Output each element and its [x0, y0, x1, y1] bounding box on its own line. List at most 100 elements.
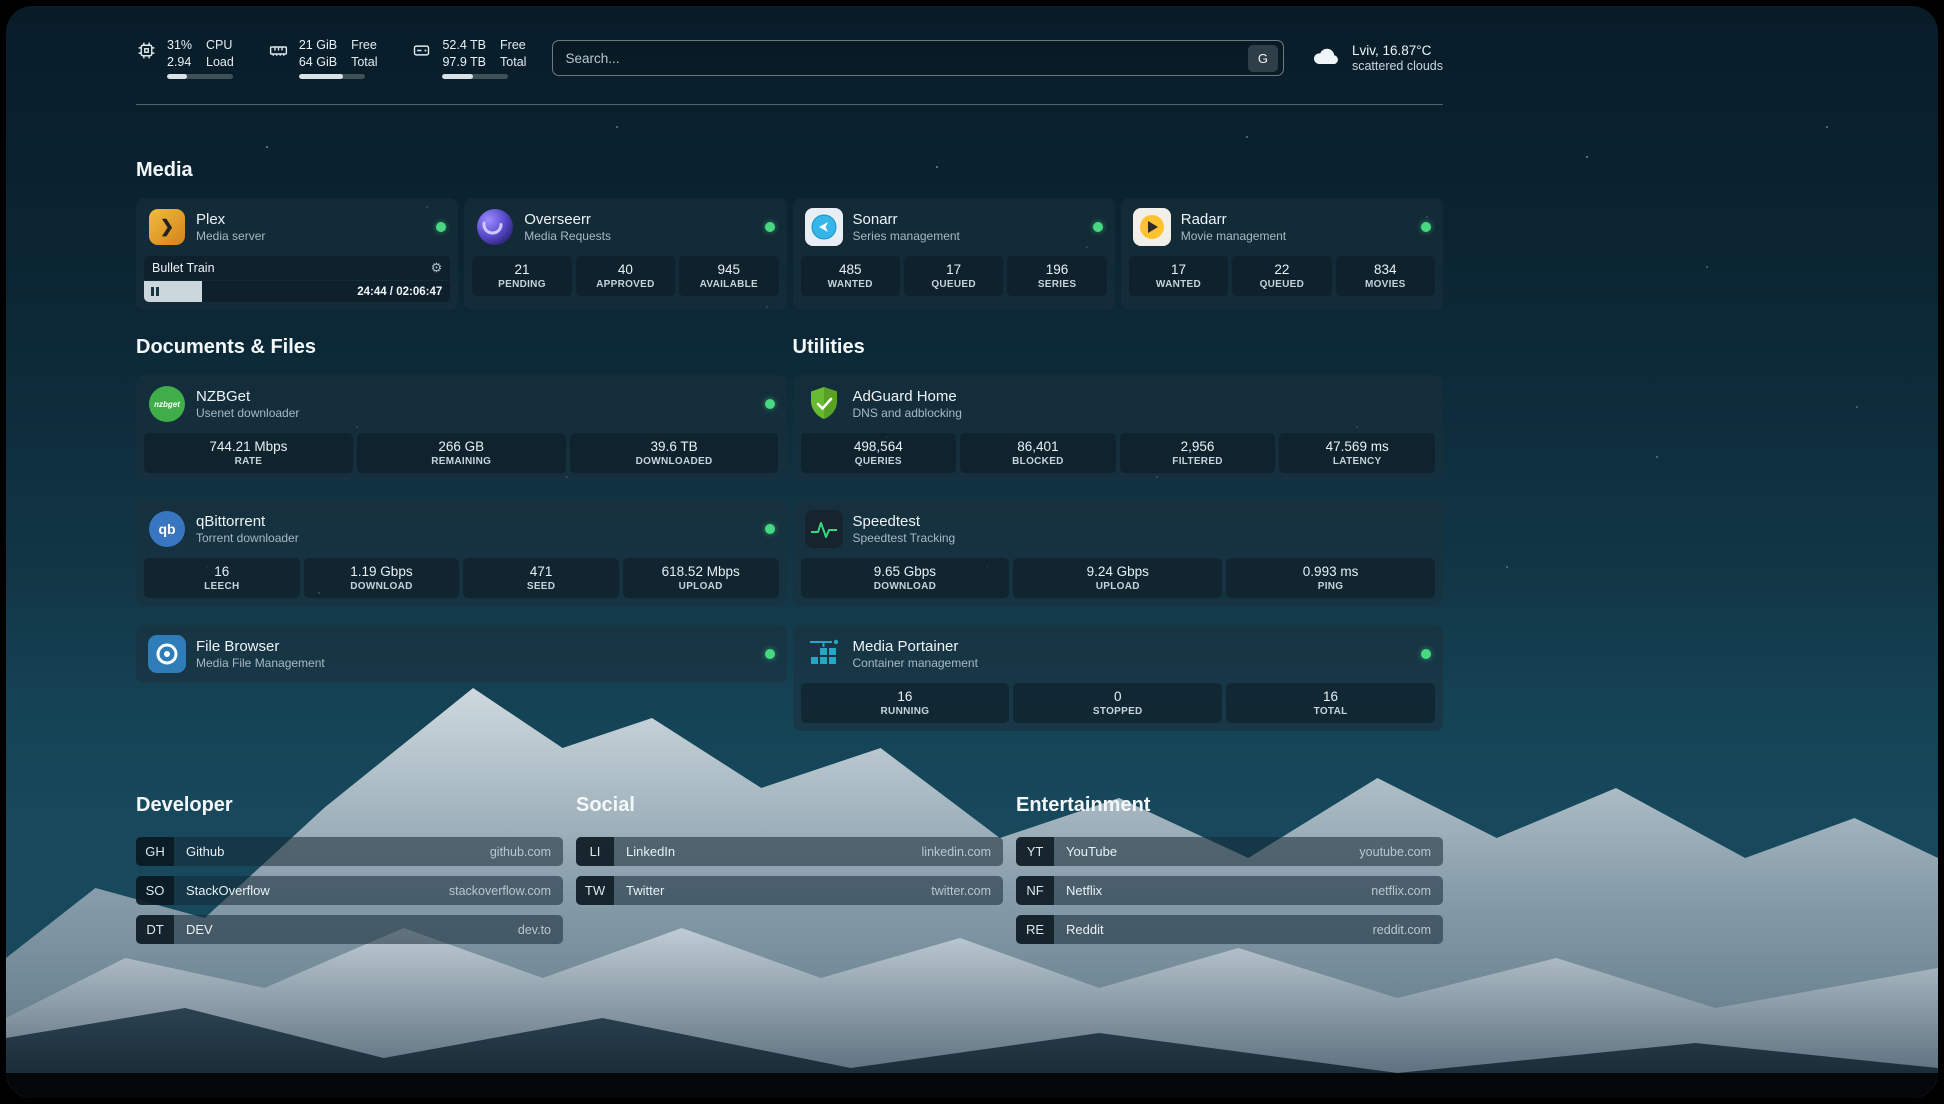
service-name: qBittorrent: [196, 513, 299, 530]
stat-value: 196: [1011, 262, 1102, 277]
stat-label: SERIES: [1011, 279, 1102, 290]
pause-icon[interactable]: [151, 287, 159, 296]
bookmark-link[interactable]: GH Github github.com: [136, 837, 563, 866]
cpu-label-2: Load: [206, 54, 234, 70]
playback-time: 24:44 / 02:06:47: [357, 286, 442, 298]
service-desc: DNS and adblocking: [853, 406, 962, 420]
ram-total: 64 GiB: [299, 54, 337, 70]
service-card-plex[interactable]: ❯ Plex Media server Bullet Train ⚙: [136, 198, 458, 310]
plex-icon: ❯: [148, 208, 186, 246]
cpu-label-1: CPU: [206, 37, 234, 53]
bookmark-link[interactable]: RE Reddit reddit.com: [1016, 915, 1443, 944]
stat-tile: 744.21 Mbps RATE: [144, 433, 353, 473]
status-dot: [436, 222, 446, 232]
stat-tile: 1.19 Gbps DOWNLOAD: [304, 558, 460, 598]
stat-value: 9.65 Gbps: [805, 564, 1006, 579]
stat-label: PENDING: [476, 279, 567, 290]
service-card-sonarr[interactable]: Sonarr Series management 485 WANTED: [793, 198, 1115, 310]
stat-tile: 834 MOVIES: [1336, 256, 1435, 296]
bookmark-abbr: SO: [136, 876, 174, 905]
stat-tile: 47.569 ms LATENCY: [1279, 433, 1435, 473]
stat-tile: 16 LEECH: [144, 558, 300, 598]
ram-progress-bar: [299, 74, 365, 79]
stat-label: LATENCY: [1283, 456, 1431, 467]
service-card-filebrowser[interactable]: File Browser Media File Management: [136, 625, 787, 683]
status-dot: [1093, 222, 1103, 232]
sonarr-icon: [805, 208, 843, 246]
resource-widgets: 31% CPU 2.94 Load 21 GiB: [136, 37, 526, 80]
ram-label-1: Free: [351, 37, 377, 53]
bookmark-domain: youtube.com: [1359, 845, 1431, 859]
service-name: Speedtest: [853, 513, 956, 530]
stats-row: 498,564 QUERIES 86,401 BLOCKED 2,956: [801, 433, 1436, 473]
status-dot: [1421, 649, 1431, 659]
bookmark-domain: stackoverflow.com: [449, 884, 551, 898]
bookmark-name: YouTube: [1066, 844, 1117, 859]
stat-label: UPLOAD: [1017, 581, 1218, 592]
bookmark-abbr: TW: [576, 876, 614, 905]
service-card-qbittorrent[interactable]: qb qBittorrent Torrent downloader 16: [136, 500, 787, 606]
search-input[interactable]: [565, 51, 1248, 66]
stat-tile: 2,956 FILTERED: [1120, 433, 1276, 473]
now-playing: Bullet Train ⚙ 24:44 / 02:06:47: [144, 256, 450, 302]
qbittorrent-icon: qb: [148, 510, 186, 548]
bookmark-domain: reddit.com: [1373, 923, 1431, 937]
bookmark-domain: linkedin.com: [922, 845, 991, 859]
bookmark-domain: netflix.com: [1371, 884, 1431, 898]
stats-row: 16 LEECH 1.19 Gbps DOWNLOAD 471 SE: [144, 558, 779, 598]
gear-icon[interactable]: ⚙: [431, 260, 443, 276]
stat-value: 39.6 TB: [574, 439, 775, 454]
bookmark-link[interactable]: LI LinkedIn linkedin.com: [576, 837, 1003, 866]
bookmark-link[interactable]: SO StackOverflow stackoverflow.com: [136, 876, 563, 905]
stat-value: 2,956: [1124, 439, 1272, 454]
stat-tile: 485 WANTED: [801, 256, 900, 296]
service-card-adguard[interactable]: AdGuard Home DNS and adblocking 498,564 …: [793, 375, 1444, 481]
stat-label: QUEUED: [1236, 279, 1327, 290]
playback-progress-bar[interactable]: 24:44 / 02:06:47: [144, 281, 450, 302]
search-provider-button[interactable]: G: [1248, 45, 1278, 72]
stat-value: 1.19 Gbps: [308, 564, 456, 579]
bookmark-link[interactable]: DT DEV dev.to: [136, 915, 563, 944]
stat-label: DOWNLOADED: [574, 456, 775, 467]
stat-value: 834: [1340, 262, 1431, 277]
service-card-nzbget[interactable]: nzbget NZBGet Usenet downloader 744.21 M…: [136, 375, 787, 481]
now-playing-title: Bullet Train: [152, 261, 215, 275]
cpu-percent: 31%: [167, 37, 192, 53]
portainer-icon: [805, 635, 843, 673]
bookmark-link[interactable]: TW Twitter twitter.com: [576, 876, 1003, 905]
disk-widget: 52.4 TB Free 97.9 TB Total: [411, 37, 526, 80]
bookmark-abbr: DT: [136, 915, 174, 944]
disk-free: 52.4 TB: [442, 37, 486, 53]
bookmark-abbr: LI: [576, 837, 614, 866]
stat-value: 16: [805, 689, 1006, 704]
disk-total: 97.9 TB: [442, 54, 486, 70]
service-name: AdGuard Home: [853, 388, 962, 405]
service-card-speedtest[interactable]: Speedtest Speedtest Tracking 9.65 Gbps D…: [793, 500, 1444, 606]
bookmark-name: Netflix: [1066, 883, 1102, 898]
stat-tile: 39.6 TB DOWNLOADED: [570, 433, 779, 473]
stat-label: WANTED: [1133, 279, 1224, 290]
service-card-overseerr[interactable]: Overseerr Media Requests 21 PENDING: [464, 198, 786, 310]
cpu-progress-bar: [167, 74, 233, 79]
stat-value: 86,401: [964, 439, 1112, 454]
bookmark-abbr: GH: [136, 837, 174, 866]
service-name: Radarr: [1181, 211, 1286, 228]
section-title-media: Media: [136, 159, 1443, 182]
bookmark-link[interactable]: NF Netflix netflix.com: [1016, 876, 1443, 905]
service-desc: Media File Management: [196, 656, 325, 670]
ram-icon: [268, 40, 289, 61]
utilities-group: Utilities AdGuard Home DNS and adblockin…: [793, 336, 1444, 750]
status-dot: [765, 524, 775, 534]
disk-label-1: Free: [500, 37, 526, 53]
bookmark-name: StackOverflow: [186, 883, 270, 898]
bookmark-name: LinkedIn: [626, 844, 675, 859]
service-card-portainer[interactable]: Media Portainer Container management 16 …: [793, 625, 1444, 731]
service-desc: Container management: [853, 656, 978, 670]
stats-row: 744.21 Mbps RATE 266 GB REMAINING 39.6 T…: [144, 433, 779, 473]
stat-label: DOWNLOAD: [805, 581, 1006, 592]
bookmark-link[interactable]: YT YouTube youtube.com: [1016, 837, 1443, 866]
service-card-radarr[interactable]: Radarr Movie management 17 WANTED 22: [1121, 198, 1443, 310]
stat-value: 40: [580, 262, 671, 277]
header-divider: [136, 104, 1443, 105]
section-title-utilities: Utilities: [793, 336, 1444, 359]
